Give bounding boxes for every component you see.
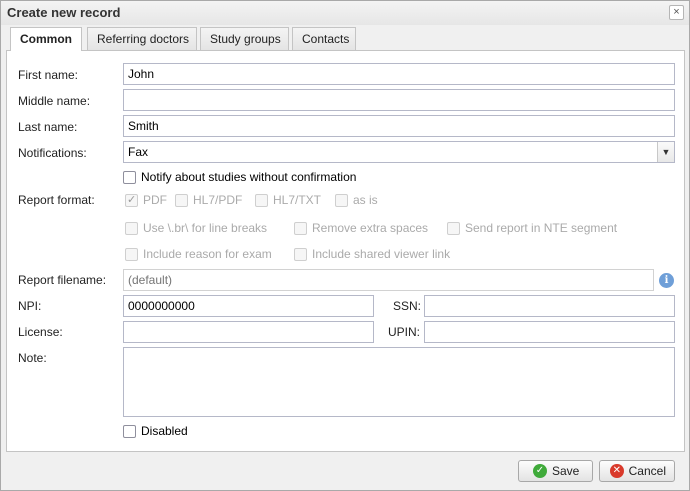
checkbox-box[interactable] <box>125 193 138 207</box>
use-br-line-breaks-checkbox[interactable]: Use \.br\ for line breaks <box>125 221 267 235</box>
disabled-label: Disabled <box>141 424 188 438</box>
license-label: License: <box>18 325 63 339</box>
remove-extra-spaces-label: Remove extra spaces <box>312 221 429 235</box>
report-format-pdf-checkbox[interactable]: PDF <box>125 193 167 207</box>
remove-extra-spaces-checkbox[interactable]: Remove extra spaces <box>294 221 428 235</box>
report-format-as-is-checkbox[interactable]: as is <box>335 193 378 207</box>
report-format-pdf-label: PDF <box>143 193 167 207</box>
note-label: Note: <box>18 351 47 365</box>
include-reason-for-exam-label: Include reason for exam <box>143 247 272 261</box>
notify-without-confirmation-label: Notify about studies without confirmatio… <box>141 170 357 184</box>
ssn-input[interactable] <box>424 295 675 317</box>
checkbox-box[interactable] <box>255 193 268 207</box>
ssn-label: SSN: <box>393 299 422 313</box>
cancel-circle-icon: ✕ <box>610 464 624 478</box>
tab-common[interactable]: Common <box>10 27 82 51</box>
report-format-label: Report format: <box>18 193 95 207</box>
checkbox-box[interactable] <box>125 221 138 235</box>
tab-bar: Common Referring doctors Study groups Co… <box>10 27 680 51</box>
dialog-titlebar[interactable]: Create new record × <box>1 1 689 25</box>
common-tab-panel: First name: Middle name: Last name: Noti… <box>6 50 685 452</box>
save-button[interactable]: ✓ Save <box>518 460 593 482</box>
send-report-nte-checkbox[interactable]: Send report in NTE segment <box>447 221 617 235</box>
cancel-button[interactable]: ✕ Cancel <box>599 460 675 482</box>
middle-name-label: Middle name: <box>18 94 91 108</box>
note-textarea[interactable] <box>123 347 675 417</box>
report-format-as-is-label: as is <box>353 193 378 207</box>
disabled-checkbox[interactable]: Disabled <box>123 424 188 438</box>
report-filename-label: Report filename: <box>18 273 107 287</box>
close-icon[interactable]: × <box>669 5 684 20</box>
notify-without-confirmation-checkbox[interactable]: Notify about studies without confirmatio… <box>123 170 356 184</box>
first-name-label: First name: <box>18 68 79 82</box>
report-format-hl7txt-label: HL7/TXT <box>273 193 322 207</box>
create-record-dialog: Create new record × Common Referring doc… <box>0 0 690 491</box>
report-format-hl7pdf-label: HL7/PDF <box>193 193 243 207</box>
last-name-input[interactable] <box>123 115 675 137</box>
checkbox-box[interactable] <box>175 193 188 207</box>
checkbox-box[interactable] <box>294 221 307 235</box>
check-circle-icon: ✓ <box>533 464 547 478</box>
use-br-line-breaks-label: Use \.br\ for line breaks <box>143 221 268 235</box>
checkbox-box[interactable] <box>123 424 136 438</box>
include-shared-viewer-link-label: Include shared viewer link <box>312 247 451 261</box>
tab-study-groups[interactable]: Study groups <box>200 27 289 50</box>
middle-name-input[interactable] <box>123 89 675 111</box>
license-input[interactable] <box>123 321 374 343</box>
checkbox-box[interactable] <box>294 247 307 261</box>
include-shared-viewer-link-checkbox[interactable]: Include shared viewer link <box>294 247 450 261</box>
save-button-label: Save <box>552 464 580 478</box>
dialog-title: Create new record <box>7 5 121 20</box>
upin-label: UPIN: <box>388 325 421 339</box>
checkbox-box[interactable] <box>125 247 138 261</box>
checkbox-box[interactable] <box>123 170 136 184</box>
report-format-hl7txt-checkbox[interactable]: HL7/TXT <box>255 193 321 207</box>
cancel-button-label: Cancel <box>628 464 666 478</box>
npi-input[interactable] <box>123 295 374 317</box>
info-icon[interactable]: i <box>659 273 674 288</box>
tab-referring-doctors[interactable]: Referring doctors <box>87 27 197 50</box>
first-name-input[interactable] <box>123 63 675 85</box>
report-format-hl7pdf-checkbox[interactable]: HL7/PDF <box>175 193 242 207</box>
include-reason-for-exam-checkbox[interactable]: Include reason for exam <box>125 247 272 261</box>
tab-contacts[interactable]: Contacts <box>292 27 356 50</box>
notifications-select[interactable]: Fax ▼ <box>123 141 675 163</box>
report-filename-input[interactable] <box>123 269 654 291</box>
npi-label: NPI: <box>18 299 42 313</box>
chevron-down-icon[interactable]: ▼ <box>657 142 674 162</box>
notifications-selected-value: Fax <box>128 145 149 159</box>
upin-input[interactable] <box>424 321 675 343</box>
checkbox-box[interactable] <box>447 221 460 235</box>
last-name-label: Last name: <box>18 120 78 134</box>
notifications-label: Notifications: <box>18 146 87 160</box>
checkbox-box[interactable] <box>335 193 348 207</box>
send-report-nte-label: Send report in NTE segment <box>465 221 618 235</box>
